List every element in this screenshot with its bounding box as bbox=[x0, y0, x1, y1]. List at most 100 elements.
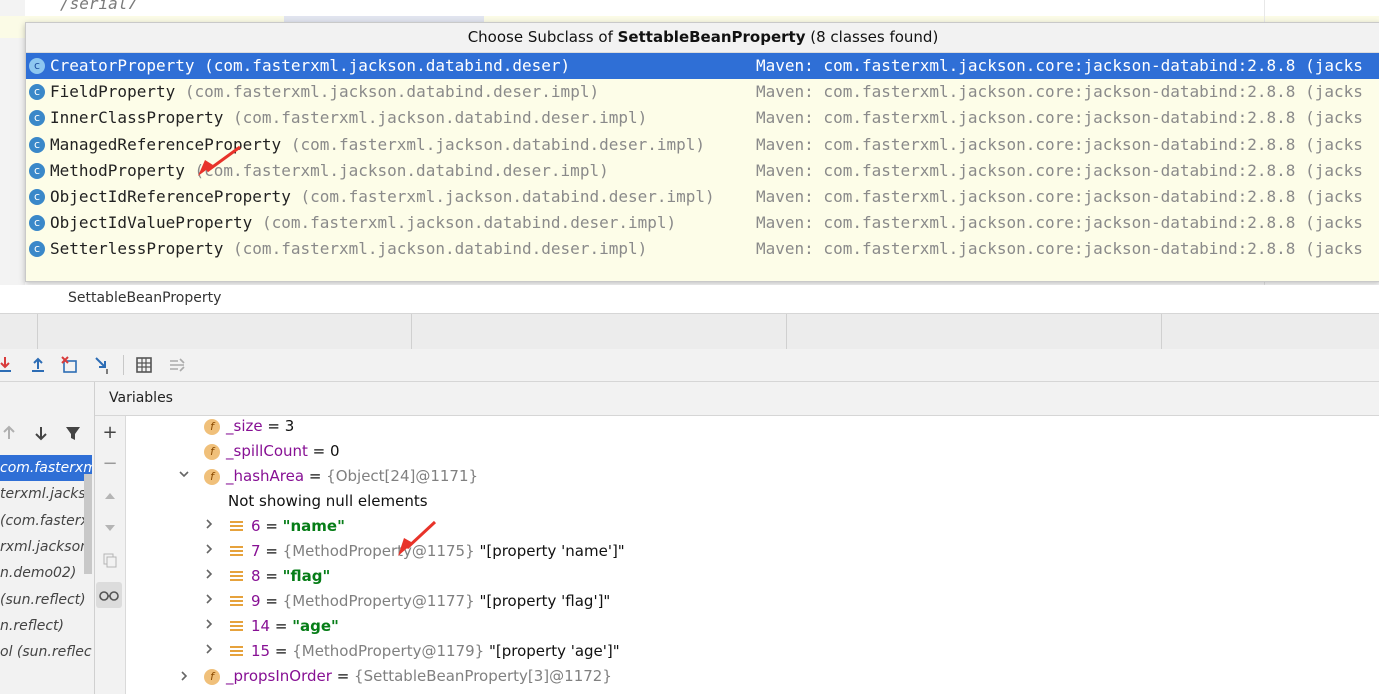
null-elements-note: Not showing null elements bbox=[228, 492, 428, 510]
variable-name: _spillCount bbox=[226, 442, 308, 460]
previous-frame-icon[interactable] bbox=[0, 424, 18, 447]
entry-index: 14 bbox=[251, 617, 271, 635]
move-up-icon[interactable] bbox=[100, 488, 120, 508]
chevron-right-icon[interactable] bbox=[203, 543, 215, 559]
entry-index: 8 bbox=[251, 567, 261, 585]
frames-panel: com.fasterxml.jterxml.jackso(com.fasterx… bbox=[0, 382, 95, 694]
hash-entry-row[interactable]: 14 = "age" bbox=[230, 614, 339, 639]
entry-value: "age" bbox=[292, 617, 339, 635]
hash-entry-row[interactable]: 6 = "name" bbox=[230, 514, 345, 539]
entry-value: "name" bbox=[282, 517, 345, 535]
editor-gutter bbox=[0, 0, 25, 285]
evaluate-expression-icon[interactable] bbox=[133, 354, 155, 376]
chevron-down-icon[interactable] bbox=[178, 468, 190, 484]
step-into-icon[interactable] bbox=[0, 354, 16, 376]
frame-item[interactable]: com.fasterxml.j bbox=[0, 455, 92, 481]
subclass-name: InnerClassProperty bbox=[50, 108, 224, 128]
list-icon bbox=[230, 645, 243, 658]
popup-title-class: SettableBeanProperty bbox=[617, 28, 806, 46]
frame-item[interactable]: ol (sun.reflect) bbox=[0, 639, 92, 665]
class-icon: c bbox=[29, 188, 45, 205]
filter-icon[interactable] bbox=[64, 424, 82, 447]
list-icon bbox=[230, 520, 243, 533]
popup-title-prefix: Choose Subclass of bbox=[467, 28, 618, 46]
hash-entry-row[interactable]: 15 = {MethodProperty@1179} "[property 'a… bbox=[230, 639, 620, 664]
list-icon bbox=[230, 570, 243, 583]
subclass-item[interactable]: c FieldProperty (com.fasterxml.jackson.da… bbox=[26, 79, 1379, 105]
subclass-library: Maven: com.fasterxml.jackson.core:jackso… bbox=[756, 160, 1363, 180]
class-icon: c bbox=[29, 58, 45, 74]
variables-toolbar: + − bbox=[95, 416, 126, 694]
popup-title: Choose Subclass of SettableBeanProperty … bbox=[26, 23, 1379, 53]
entry-description: "[property 'name']" bbox=[479, 542, 625, 560]
class-icon: c bbox=[29, 136, 45, 153]
trace-current-stream-icon[interactable] bbox=[166, 354, 188, 376]
class-icon: c bbox=[29, 215, 45, 232]
hash-entry-row[interactable]: 9 = {MethodProperty@1177} "[property 'fl… bbox=[230, 589, 610, 614]
subclass-library: Maven: com.fasterxml.jackson.core:jackso… bbox=[756, 186, 1363, 206]
chevron-right-icon[interactable] bbox=[203, 518, 215, 534]
subclass-name-line: InnerClassProperty (com.fasterxml.jackso… bbox=[50, 105, 647, 131]
frames-scrollbar[interactable] bbox=[84, 474, 92, 574]
entry-equals: = bbox=[270, 642, 293, 660]
subclass-item[interactable]: c InnerClassProperty (com.fasterxml.jacks… bbox=[26, 105, 1379, 131]
next-frame-icon[interactable] bbox=[32, 424, 50, 447]
code-line: /serial7 bbox=[60, 0, 138, 13]
entry-equals: = bbox=[260, 592, 283, 610]
subclass-name-line: ObjectIdReferenceProperty (com.fasterxml… bbox=[50, 184, 715, 210]
copy-icon[interactable] bbox=[100, 552, 120, 572]
subclass-library: Maven: com.fasterxml.jackson.core:jackso… bbox=[756, 108, 1363, 128]
variable-value: {Object[24]@1171} bbox=[326, 467, 479, 485]
entry-equals: = bbox=[260, 517, 283, 535]
chevron-right-icon[interactable] bbox=[203, 593, 215, 609]
list-icon bbox=[230, 595, 243, 608]
chevron-right-icon[interactable] bbox=[203, 568, 215, 584]
add-watch-icon[interactable]: + bbox=[100, 423, 120, 443]
subclass-item[interactable]: c CreatorProperty (com.fasterxml.jackson.… bbox=[26, 53, 1379, 80]
subclass-item[interactable]: c ObjectIdReferenceProperty (com.fasterxm… bbox=[26, 184, 1379, 210]
entry-index: 15 bbox=[251, 642, 271, 660]
frame-item[interactable]: rxml.jackson.c bbox=[0, 534, 92, 560]
step-out-icon[interactable] bbox=[27, 354, 49, 376]
frame-item[interactable]: (sun.reflect) bbox=[0, 587, 92, 613]
frame-item[interactable]: n.reflect) bbox=[0, 613, 92, 639]
variable-row-propsinorder[interactable]: f _propsInOrder = {SettableBeanProperty[3… bbox=[204, 664, 612, 689]
subclass-library: Maven: com.fasterxml.jackson.core:jackso… bbox=[756, 213, 1363, 233]
subclass-item[interactable]: c SetterlessProperty (com.fasterxml.jacks… bbox=[26, 236, 1379, 262]
chevron-right-icon[interactable] bbox=[178, 670, 190, 686]
frame-item[interactable]: n.demo02) bbox=[0, 560, 92, 586]
run-to-cursor-icon[interactable] bbox=[92, 354, 114, 376]
tab-divider bbox=[411, 314, 412, 349]
drop-frame-icon[interactable] bbox=[59, 354, 81, 376]
remove-watch-icon[interactable]: − bbox=[100, 454, 120, 474]
variable-row-hasharea[interactable]: f _hashArea = {Object[24]@1171} bbox=[204, 464, 478, 489]
show-watches-icon[interactable] bbox=[96, 582, 122, 608]
breadcrumb-item[interactable]: SettableBeanProperty bbox=[68, 290, 221, 306]
subclass-package: (com.fasterxml.jackson.databind.deser.im… bbox=[290, 134, 706, 154]
entry-value: "flag" bbox=[282, 567, 331, 585]
tab-divider bbox=[37, 314, 38, 349]
variable-name: _hashArea bbox=[226, 467, 305, 485]
variable-row-size[interactable]: f _size = 3 bbox=[204, 414, 294, 439]
subclass-name: ManagedReferenceProperty bbox=[50, 134, 282, 154]
annotation-arrow bbox=[398, 520, 437, 556]
subclass-item[interactable]: c ObjectIdValueProperty (com.fasterxml.ja… bbox=[26, 210, 1379, 236]
entry-equals: = bbox=[260, 567, 283, 585]
chevron-right-icon[interactable] bbox=[203, 618, 215, 634]
variable-value: 3 bbox=[284, 417, 295, 435]
subclass-name: MethodProperty bbox=[50, 160, 185, 180]
debug-toolbar bbox=[0, 349, 1379, 382]
variable-row-spillcount[interactable]: f _spillCount = 0 bbox=[204, 439, 340, 464]
entry-description: "[property 'age']" bbox=[488, 642, 620, 660]
chevron-right-icon[interactable] bbox=[203, 643, 215, 659]
subclass-name: FieldProperty bbox=[50, 82, 176, 102]
variables-header: Variables bbox=[95, 382, 1379, 416]
subclass-library: Maven: com.fasterxml.jackson.core:jackso… bbox=[756, 134, 1363, 154]
frame-item[interactable]: (com.fasterxm bbox=[0, 508, 92, 534]
hash-entry-row[interactable]: 8 = "flag" bbox=[230, 564, 330, 589]
entry-reference: {MethodProperty@1177} bbox=[282, 592, 475, 610]
move-down-icon[interactable] bbox=[100, 520, 120, 540]
variable-equals: = bbox=[331, 667, 355, 685]
subclass-package: (com.fasterxml.jackson.databind.deser.im… bbox=[194, 160, 609, 180]
frame-item[interactable]: terxml.jackso bbox=[0, 481, 92, 507]
